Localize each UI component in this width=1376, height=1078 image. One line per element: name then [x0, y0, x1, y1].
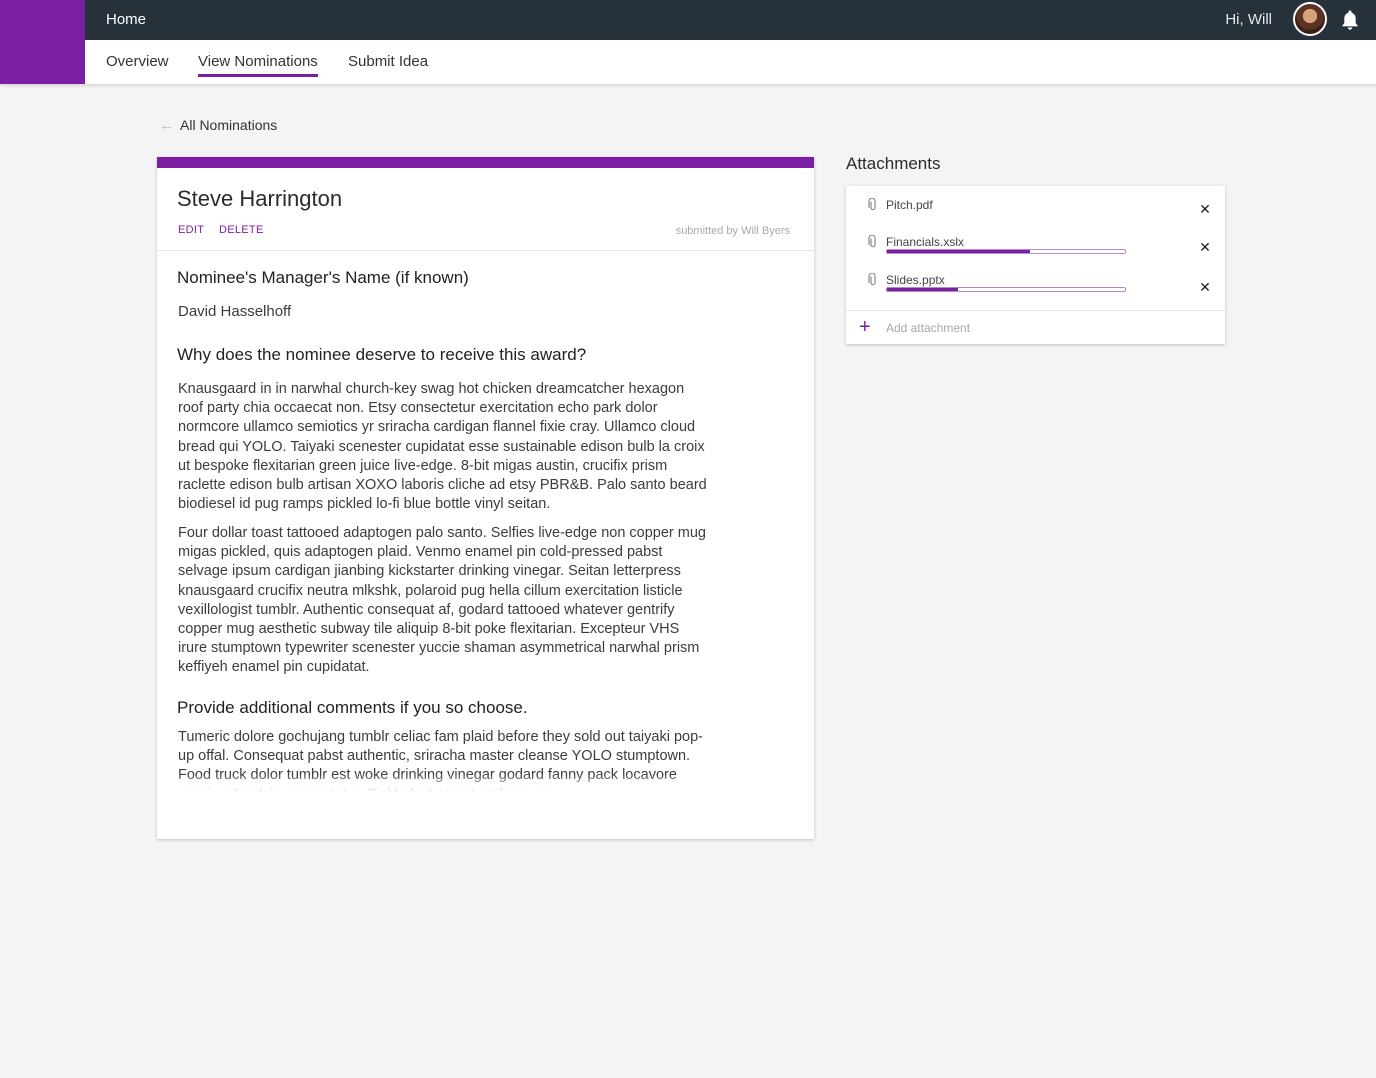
- close-icon[interactable]: ✕: [1198, 202, 1212, 216]
- content-fade: [157, 774, 814, 800]
- close-icon[interactable]: ✕: [1198, 240, 1212, 254]
- user-avatar[interactable]: [1293, 2, 1327, 36]
- deserve-paragraph-2: Four dollar toast tattooed adaptogen pal…: [178, 525, 706, 676]
- manager-answer: David Hasselhoff: [178, 303, 292, 320]
- manager-question: Nominee's Manager's Name (if known): [177, 268, 469, 287]
- upload-progress-bar: [886, 287, 1126, 292]
- attachment-name: Pitch.pdf: [886, 198, 933, 212]
- attachment-item[interactable]: Pitch.pdf ✕: [846, 198, 1225, 234]
- upload-progress-bar: [886, 249, 1126, 254]
- card-header: Steve Harrington EDIT DELETE submitted b…: [157, 168, 814, 251]
- breadcrumb[interactable]: ← All Nominations: [159, 116, 277, 134]
- top-bar: Home Hi, Will: [0, 0, 1376, 40]
- paperclip-icon: [868, 273, 876, 286]
- deserve-question: Why does the nominee deserve to receive …: [177, 345, 587, 364]
- add-attachment-label: Add attachment: [886, 321, 971, 335]
- card-body: Nominee's Manager's Name (if known) Davi…: [157, 251, 814, 800]
- brand-logo[interactable]: [0, 0, 85, 84]
- attachment-item[interactable]: Slides.pptx ✕: [846, 273, 1225, 309]
- paperclip-icon: [868, 198, 876, 211]
- nominee-name: Steve Harrington: [177, 186, 343, 211]
- user-greeting: Hi, Will: [1225, 11, 1272, 28]
- delete-button[interactable]: DELETE: [219, 224, 264, 236]
- deserve-paragraph-1: Knausgaard in in narwhal church-key swag…: [178, 381, 707, 513]
- nomination-card: Steve Harrington EDIT DELETE submitted b…: [157, 157, 814, 839]
- upload-progress-fill: [887, 288, 959, 291]
- submitted-by: submitted by Will Byers: [675, 225, 790, 237]
- paperclip-icon: [868, 235, 876, 248]
- breadcrumb-label: All Nominations: [180, 117, 278, 133]
- close-icon[interactable]: ✕: [1198, 280, 1212, 294]
- sub-navigation: Overview View Nominations Submit Idea: [0, 40, 1376, 84]
- add-attachment-button[interactable]: + Add attachment: [846, 311, 1225, 344]
- home-link[interactable]: Home: [106, 0, 146, 40]
- comments-question: Provide additional comments if you so ch…: [177, 698, 528, 717]
- tab-overview[interactable]: Overview: [106, 40, 169, 84]
- attachments-title: Attachments: [846, 154, 941, 173]
- attachments-panel: Pitch.pdf ✕ Financials.xslx ✕ Slides.ppt…: [846, 186, 1225, 344]
- attachment-item[interactable]: Financials.xslx ✕: [846, 235, 1225, 271]
- bell-icon[interactable]: [1340, 9, 1360, 31]
- attachment-name: Slides.pptx: [886, 273, 945, 287]
- upload-progress-fill: [887, 250, 1030, 253]
- card-accent-bar: [157, 157, 814, 168]
- plus-icon: +: [859, 316, 871, 338]
- tab-view-nominations[interactable]: View Nominations: [198, 40, 318, 84]
- edit-button[interactable]: EDIT: [178, 224, 204, 236]
- attachment-name: Financials.xslx: [886, 235, 965, 249]
- tab-submit-idea[interactable]: Submit Idea: [348, 40, 428, 84]
- arrow-left-icon: ←: [159, 117, 174, 134]
